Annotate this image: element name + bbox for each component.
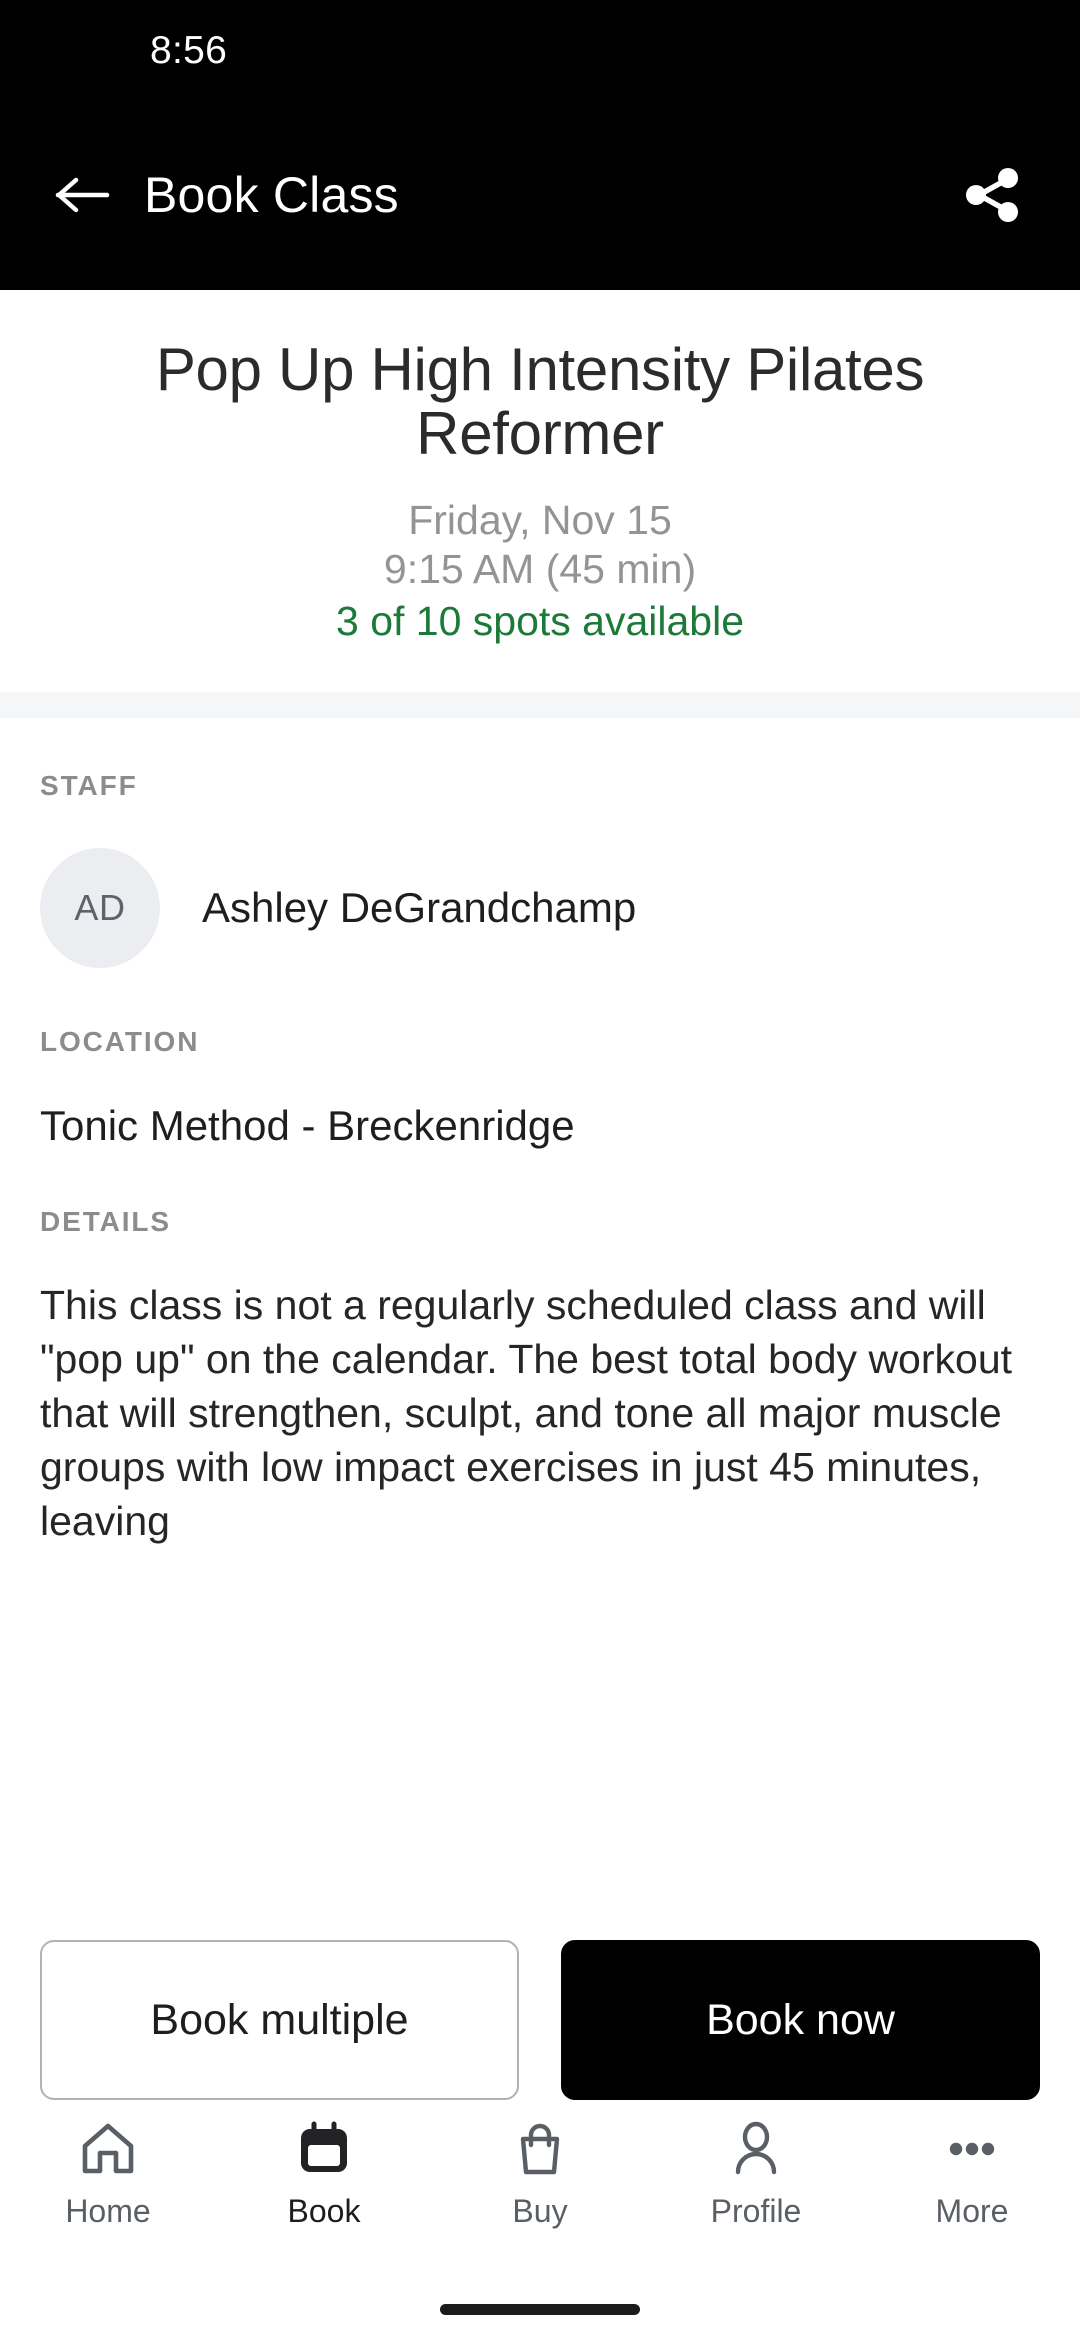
class-header: Pop Up High Intensity Pilates Reformer F… — [0, 290, 1080, 692]
class-details-content: STAFF AD Ashley DeGrandchamp LOCATION To… — [0, 717, 1080, 1898]
share-icon — [966, 168, 1018, 222]
nav-label-profile: Profile — [710, 2193, 802, 2229]
location-section-label: LOCATION — [40, 1025, 200, 1057]
avatar: AD — [40, 847, 160, 968]
nav-label-buy: Buy — [512, 2193, 568, 2229]
staff-section: STAFF AD Ashley DeGrandchamp — [40, 718, 1040, 968]
section-divider — [0, 691, 1080, 718]
shopping-bag-icon — [511, 2117, 569, 2181]
app-screen: 8:56 Book Class Pop Up High Intensity Pi… — [0, 0, 1080, 2340]
details-section: DETAILS This class is not a regularly sc… — [40, 1150, 1040, 1549]
staff-row[interactable]: AD Ashley DeGrandchamp — [40, 847, 1040, 968]
person-icon — [727, 2117, 785, 2181]
app-bar: Book Class — [0, 100, 1080, 290]
ellipsis-icon — [943, 2117, 1001, 2181]
home-indicator[interactable] — [440, 2303, 640, 2315]
calendar-icon — [295, 2117, 353, 2181]
status-bar-clock: 8:56 — [150, 28, 228, 72]
location-section: LOCATION Tonic Method - Breckenridge — [40, 968, 1040, 1150]
home-icon — [78, 2117, 138, 2181]
staff-name: Ashley DeGrandchamp — [202, 883, 637, 931]
action-bar: Book multiple Book now — [0, 1940, 1080, 2100]
nav-label-more: More — [935, 2193, 1009, 2229]
avatar-initials: AD — [74, 886, 126, 928]
share-button[interactable] — [954, 157, 1030, 233]
details-body: This class is not a regularly scheduled … — [40, 1281, 1013, 1544]
back-button[interactable] — [48, 160, 118, 230]
status-bar: 8:56 — [0, 0, 1080, 100]
staff-section-label: STAFF — [40, 769, 138, 801]
class-title: Pop Up High Intensity Pilates Reformer — [155, 336, 925, 468]
book-now-button[interactable]: Book now — [561, 1940, 1040, 2100]
spots-available-badge: 3 of 10 spots available — [336, 598, 744, 645]
book-multiple-button[interactable]: Book multiple — [40, 1940, 519, 2100]
class-time: 9:15 AM (45 min) — [383, 545, 697, 592]
arrow-left-icon — [55, 177, 110, 213]
nav-item-buy[interactable]: Buy — [432, 2117, 648, 2227]
nav-item-more[interactable]: More — [864, 2117, 1080, 2227]
nav-item-home[interactable]: Home — [0, 2117, 216, 2227]
class-date: Friday, Nov 15 — [408, 497, 672, 544]
page-title: Book Class — [144, 167, 399, 223]
nav-item-book[interactable]: Book — [216, 2117, 432, 2227]
nav-label-book: Book — [287, 2193, 361, 2229]
details-section-label: DETAILS — [40, 1205, 172, 1237]
nav-label-home: Home — [65, 2193, 151, 2229]
nav-item-profile[interactable]: Profile — [648, 2117, 864, 2227]
bottom-navigation: Home Book Buy Profile More — [0, 2100, 1080, 2278]
home-indicator-area — [0, 2278, 1080, 2340]
location-value: Tonic Method - Breckenridge — [40, 1101, 575, 1149]
